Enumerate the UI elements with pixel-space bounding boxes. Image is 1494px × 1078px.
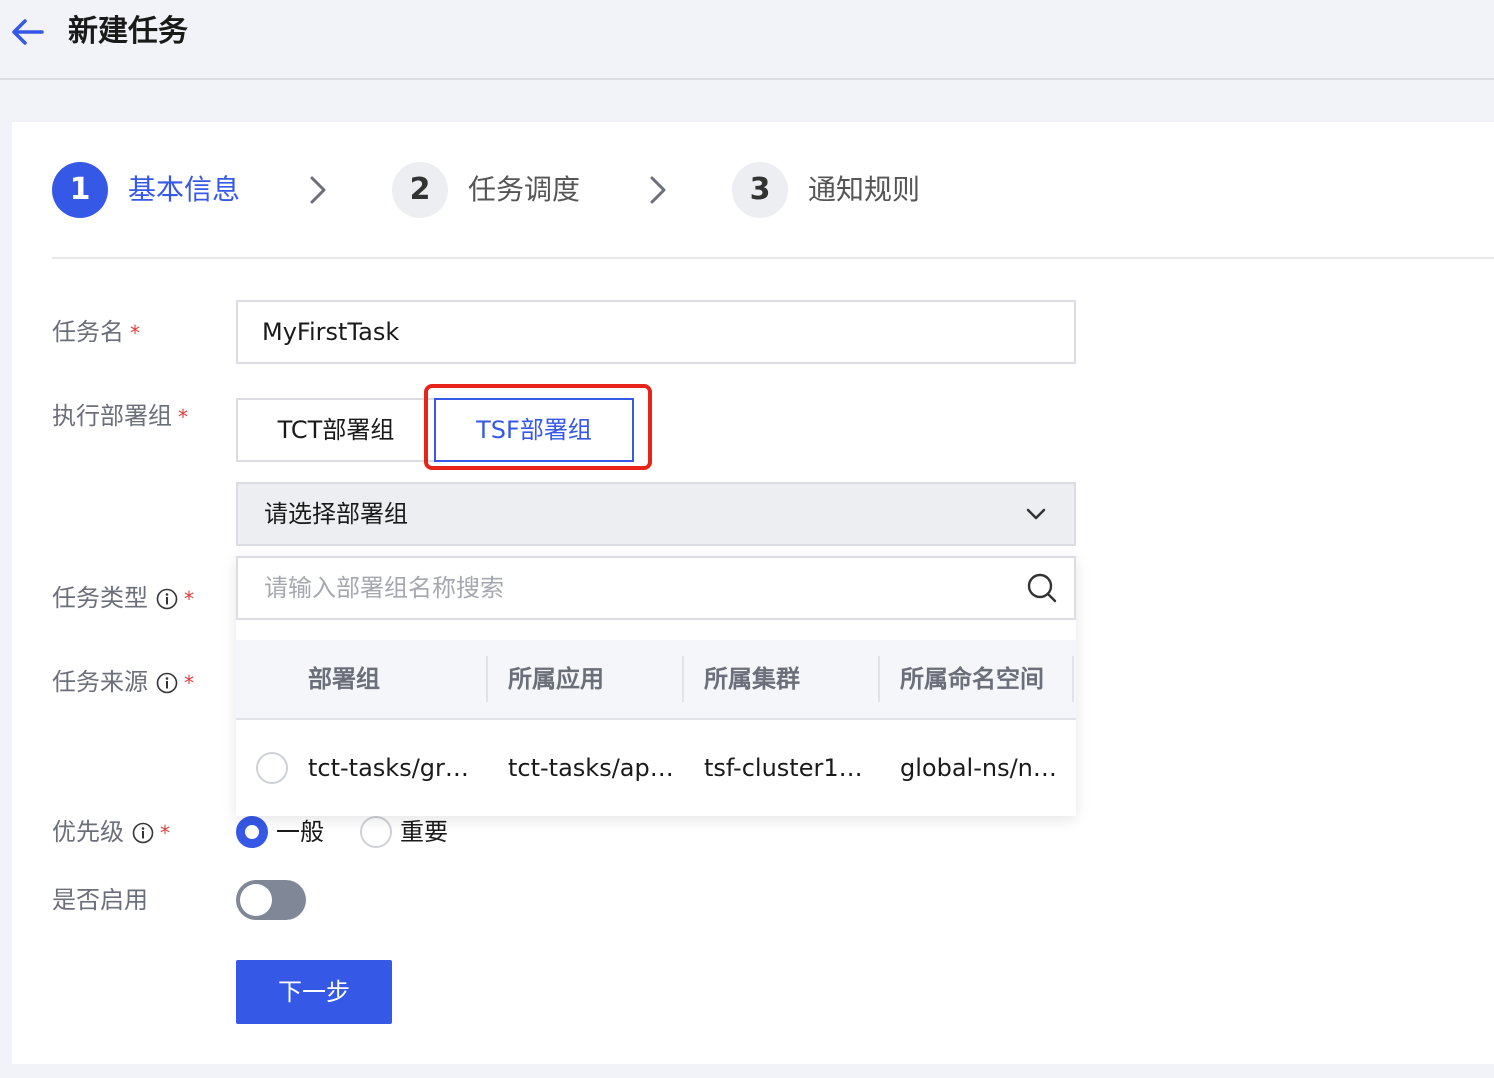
search-icon[interactable] (1026, 572, 1058, 604)
info-icon[interactable] (156, 588, 178, 610)
next-step-button[interactable]: 下一步 (236, 960, 392, 1024)
column-separator (1072, 656, 1074, 702)
toggle-knob (240, 884, 272, 916)
annotation-highlight-box (424, 384, 652, 470)
required-mark: * (184, 671, 194, 695)
step-3-number: 3 (732, 162, 788, 218)
required-mark: * (130, 321, 140, 345)
back-arrow-icon[interactable] (8, 12, 48, 52)
deploy-group-select[interactable]: 请选择部署组 (236, 482, 1076, 546)
task-name-label: 任务名 * (52, 318, 140, 346)
cell-namespace: global-ns/n… (900, 754, 1057, 782)
priority-important-label[interactable]: 重要 (400, 812, 448, 852)
column-separator (878, 656, 880, 702)
cell-application: tct-tasks/ap… (508, 754, 674, 782)
step-2-number: 2 (392, 162, 448, 218)
task-type-label: 任务类型 * (52, 584, 194, 612)
stepper: 1 基本信息 2 任务调度 3 通知规则 (12, 122, 1494, 258)
row-select-radio[interactable] (256, 752, 288, 784)
cell-deploy-group: tct-tasks/gr… (308, 754, 469, 782)
deploy-group-select-placeholder: 请选择部署组 (264, 500, 408, 528)
stepper-divider (52, 257, 1494, 259)
priority-normal-label[interactable]: 一般 (276, 812, 324, 852)
deploy-group-search-input[interactable] (236, 556, 1076, 620)
step-1-label: 基本信息 (128, 173, 241, 206)
required-mark: * (160, 821, 170, 845)
tct-deploy-group-option[interactable]: TCT部署组 (236, 398, 436, 462)
chevron-down-icon (1026, 508, 1046, 520)
required-mark: * (178, 405, 188, 429)
page-title: 新建任务 (68, 14, 188, 49)
column-separator (486, 656, 488, 702)
column-header-namespace: 所属命名空间 (900, 665, 1044, 693)
table-row[interactable]: tct-tasks/gr… tct-tasks/ap… tsf-cluster1… (236, 720, 1076, 816)
cell-cluster: tsf-cluster1… (704, 754, 863, 782)
priority-important-radio[interactable] (360, 816, 392, 848)
column-header-cluster: 所属集群 (704, 665, 800, 693)
deploy-group-label: 执行部署组 * (52, 402, 188, 430)
form-card: 1 基本信息 2 任务调度 3 通知规则 任务名 * MyFirstTask 执行… (12, 122, 1494, 1064)
info-icon[interactable] (132, 822, 154, 844)
step-1-number: 1 (52, 162, 108, 218)
table-header: 部署组 所属应用 所属集群 所属命名空间 (236, 640, 1076, 720)
task-source-label: 任务来源 * (52, 668, 194, 696)
priority-normal-radio[interactable] (236, 816, 268, 848)
chevron-right-icon (310, 176, 326, 204)
chevron-right-icon (650, 176, 666, 204)
step-2-label: 任务调度 (468, 173, 581, 206)
deploy-group-dropdown: 部署组 所属应用 所属集群 所属命名空间 tct-tasks/gr… tct-t… (236, 556, 1076, 816)
column-separator (682, 656, 684, 702)
step-3-label: 通知规则 (808, 173, 921, 206)
enabled-label: 是否启用 (52, 886, 148, 914)
column-header-application: 所属应用 (508, 665, 604, 693)
column-header-deploy-group: 部署组 (308, 665, 380, 693)
priority-label: 优先级 * (52, 818, 170, 846)
info-icon[interactable] (156, 672, 178, 694)
enabled-toggle[interactable] (236, 880, 306, 920)
task-name-input[interactable]: MyFirstTask (236, 300, 1076, 364)
required-mark: * (184, 587, 194, 611)
page-header: 新建任务 (0, 0, 1494, 80)
